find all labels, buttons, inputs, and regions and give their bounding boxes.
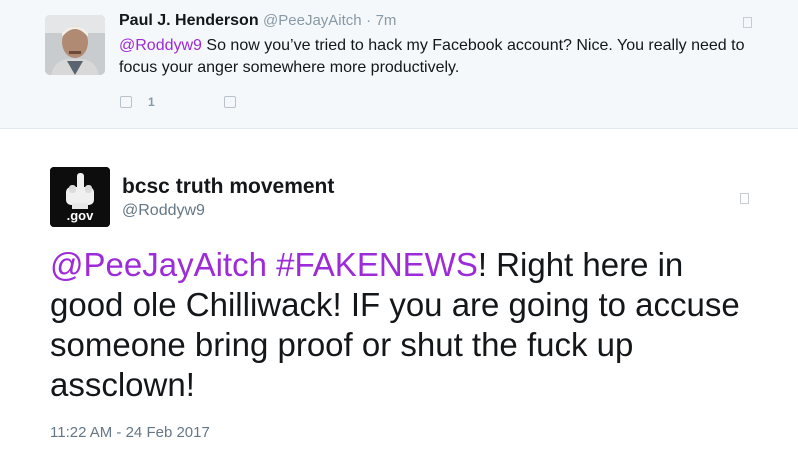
mention-link[interactable]: @Roddyw9	[119, 37, 202, 54]
more-options-icon[interactable]	[743, 17, 752, 28]
main-tweet-text: @PeeJayAitch #FAKENEWS! Right here in go…	[50, 245, 750, 405]
avatar-photo-icon	[45, 15, 105, 75]
reply-icon[interactable]	[120, 96, 132, 108]
tweet-actions: 1	[120, 95, 236, 109]
avatar-label: .gov	[66, 208, 94, 223]
main-author-name[interactable]: bcsc truth movement	[122, 175, 334, 199]
tweet-body: So now you’ve tried to hack my Facebook …	[119, 37, 745, 76]
more-options-icon[interactable]	[740, 193, 749, 204]
separator: ·	[366, 12, 372, 29]
like-icon[interactable]	[223, 96, 236, 108]
parent-tweet[interactable]: Paul J. Henderson @PeeJayAitch · 7m @Rod…	[0, 0, 798, 129]
parent-tweet-text: @Roddyw9 So now you’ve tried to hack my …	[119, 35, 759, 79]
author-avatar[interactable]	[45, 15, 105, 75]
tweet-time[interactable]: 7m	[376, 12, 397, 29]
tweet-timestamp[interactable]: 11:22 AM - 24 Feb 2017	[50, 424, 210, 441]
mention-link[interactable]: @PeeJayAitch	[50, 246, 267, 283]
hashtag-link[interactable]: #FAKENEWS	[276, 246, 478, 283]
reply-count: 1	[148, 95, 155, 109]
author-line: Paul J. Henderson @PeeJayAitch · 7m	[119, 12, 396, 30]
main-author-handle[interactable]: @Roddyw9	[122, 202, 205, 220]
author-name[interactable]: Paul J. Henderson	[119, 12, 259, 29]
author-handle[interactable]: @PeeJayAitch	[263, 12, 362, 29]
main-author-avatar[interactable]: .gov	[50, 167, 110, 227]
